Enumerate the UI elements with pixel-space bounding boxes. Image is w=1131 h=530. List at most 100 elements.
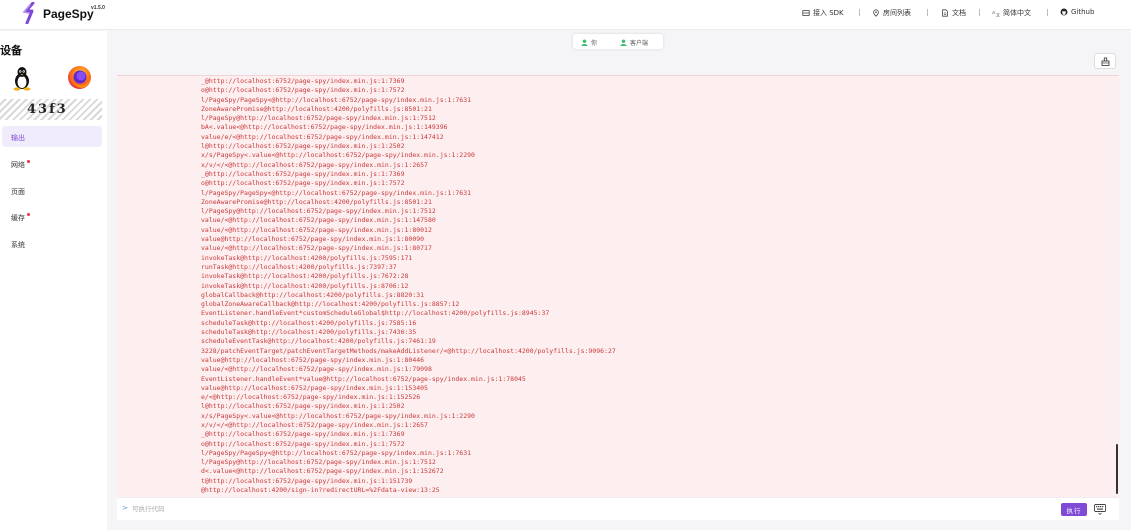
nav-github-link[interactable]: Github (1060, 8, 1094, 16)
console-line: l/PageSpy@http://localhost:6752/page-spy… (201, 458, 436, 467)
sidebar-item-storage[interactable]: 缓存 (2, 206, 102, 227)
brand-name[interactable]: PageSpy (43, 7, 94, 21)
version-badge: v1.5.0 (91, 5, 105, 11)
console-line: EventListener.handleEvent*value@http://l… (201, 374, 526, 383)
nav-divider (859, 9, 860, 16)
console-line: bA<.value<@http://localhost:6752/page-sp… (201, 123, 448, 132)
user-icon (581, 39, 588, 46)
prompt-chevron-icon: > (122, 504, 128, 512)
console-line: t@http://localhost:6752/page-spy/index.m… (201, 476, 413, 485)
console-line: value/<@http://localhost:6752/page-spy/i… (201, 225, 432, 234)
unread-dot (27, 213, 30, 216)
console-line: runTask@http://localhost:4200/polyfills.… (201, 262, 397, 271)
clear-icon (1101, 57, 1110, 66)
sidebar-item-label: 系统 (11, 241, 25, 249)
console-line: @http://localhost:4200/sign-in?redirectU… (201, 486, 440, 495)
tab-label: 你 (591, 40, 598, 47)
console-line: invokeTask@http://localhost:4200/polyfil… (201, 281, 409, 290)
nav-divider (927, 9, 928, 16)
console-line: value@http://localhost:6752/page-spy/ind… (201, 383, 428, 392)
console-line: value/<@http://localhost:6752/page-spy/i… (201, 365, 432, 374)
console-line: d<.value<@http://localhost:6752/page-spy… (201, 467, 444, 476)
console-line: value/<@http://localhost:6752/page-spy/i… (201, 244, 432, 253)
error-stack-trace: _@http://localhost:6752/page-spy/index.m… (201, 77, 616, 495)
console-line: l@http://localhost:6752/page-spy/index.m… (201, 402, 405, 411)
sidebar-item-console[interactable]: 输出 (2, 126, 102, 147)
console-line: ZoneAwarePromise@http://localhost:4200/p… (201, 197, 432, 206)
console-line: EventListener.handleEvent*customSchedule… (201, 309, 550, 318)
console-line: value@http://localhost:6752/page-spy/ind… (201, 355, 425, 364)
console-line: x/v/</<@http://localhost:6752/page-spy/i… (201, 160, 428, 169)
console-line: ZoneAwarePromise@http://localhost:4200/p… (201, 104, 432, 113)
console-line: value/<@http://localhost:6752/page-spy/i… (201, 216, 436, 225)
clear-console-button[interactable] (1094, 53, 1116, 69)
run-button[interactable]: 执行 (1061, 503, 1087, 516)
location-icon (873, 9, 879, 17)
console-line: l/PageSpy/PageSpy<@http://localhost:6752… (201, 95, 472, 104)
tab-you[interactable]: 你 (581, 38, 597, 47)
sidebar-item-network[interactable]: 网络 (2, 153, 102, 174)
console-line: invokeTask@http://localhost:4200/polyfil… (201, 253, 413, 262)
console-scrollbar-thumb[interactable] (1116, 444, 1118, 494)
console-line: l/PageSpy@http://localhost:6752/page-spy… (201, 207, 436, 216)
console-line: value@http://localhost:6752/page-spy/ind… (201, 235, 425, 244)
console-line: o@http://localhost:6752/page-spy/index.m… (201, 86, 405, 95)
device-code-text: 43f3 (27, 102, 68, 117)
linux-icon (13, 67, 31, 91)
tab-client[interactable]: 客户端 (620, 38, 648, 47)
console-line: o@http://localhost:6752/page-spy/index.m… (201, 439, 405, 448)
console-line: l@http://localhost:6752/page-spy/index.m… (201, 142, 405, 151)
sidebar-item-system[interactable]: 系统 (2, 233, 102, 254)
console-line: l/PageSpy/PageSpy<@http://localhost:6752… (201, 188, 472, 197)
console-line: 3228/patchEventTarget/patchEventTargetMe… (201, 346, 616, 355)
nav-github-label: Github (1071, 8, 1095, 16)
nav-docs-link[interactable]: 文档 (941, 8, 966, 18)
console-line: scheduleEventTask@http://localhost:4200/… (201, 337, 436, 346)
console-line: value/e/<@http://localhost:6752/page-spy… (201, 132, 444, 141)
console-line: invokeTask@http://localhost:4200/polyfil… (201, 272, 409, 281)
console-output: _@http://localhost:6752/page-spy/index.m… (117, 75, 1119, 497)
console-line: scheduleTask@http://localhost:4200/polyf… (201, 328, 417, 337)
console-line: x/s/PageSpy<.value<@http://localhost:675… (201, 411, 475, 420)
firefox-icon (68, 66, 91, 89)
console-line: globalCallback@http://localhost:4200/pol… (201, 290, 425, 299)
nav-sdk-link[interactable]: 接入 SDK (802, 8, 844, 18)
tab-label: 客户端 (630, 40, 649, 47)
nav-docs-label: 文档 (952, 9, 966, 17)
sidebar-item-page[interactable]: 页面 (2, 180, 102, 201)
device-sidebar: 设备 43f3 输出 网络 页面 缓存 系统 (0, 31, 107, 530)
nav-rooms-link[interactable]: 房间列表 (872, 8, 911, 18)
console-line: x/v/</<@http://localhost:6752/page-spy/i… (201, 420, 428, 429)
nav-rooms-label: 房间列表 (883, 9, 911, 17)
nav-sdk-label: 接入 SDK (813, 9, 844, 17)
document-icon (942, 9, 948, 17)
sidebar-item-label: 输出 (11, 134, 25, 142)
console-line: l/PageSpy/PageSpy<@http://localhost:6752… (201, 448, 472, 457)
nav-divider (1047, 9, 1048, 16)
code-input-bar: > 执行 (117, 497, 1119, 520)
unread-dot (27, 160, 30, 163)
console-line: x/s/PageSpy<.value<@http://localhost:675… (201, 151, 475, 160)
sidebar-title: 设备 (0, 44, 22, 57)
console-line: l/PageSpy@http://localhost:6752/page-spy… (201, 114, 436, 123)
sidebar-item-label: 缓存 (11, 214, 25, 222)
user-icon (620, 39, 627, 46)
device-code-captcha: 43f3 (0, 99, 102, 120)
code-input[interactable] (132, 502, 832, 516)
nav-language-link[interactable]: A文 简体中文 (992, 8, 1031, 18)
console-line: e/<@http://localhost:6752/page-spy/index… (201, 393, 421, 402)
pagespy-logo-icon[interactable] (22, 2, 38, 24)
console-scrollbar[interactable] (1115, 75, 1119, 496)
connection-tabs: 你 客户端 (573, 34, 663, 49)
console-line: o@http://localhost:6752/page-spy/index.m… (201, 179, 405, 188)
top-header: PageSpy v1.5.0 接入 SDK 房间列表 文档 A文 简体中文 Gi… (0, 0, 1131, 30)
nav-divider (979, 9, 980, 16)
console-line: _@http://localhost:6752/page-spy/index.m… (201, 430, 405, 439)
console-line: scheduleTask@http://localhost:4200/polyf… (201, 318, 417, 327)
sidebar-item-label: 页面 (11, 188, 25, 196)
plug-icon (802, 10, 810, 16)
console-line: _@http://localhost:6752/page-spy/index.m… (201, 77, 405, 85)
console-line: _@http://localhost:6752/page-spy/index.m… (201, 169, 405, 178)
keyboard-icon[interactable] (1094, 503, 1106, 515)
sidebar-item-label: 网络 (11, 161, 25, 169)
